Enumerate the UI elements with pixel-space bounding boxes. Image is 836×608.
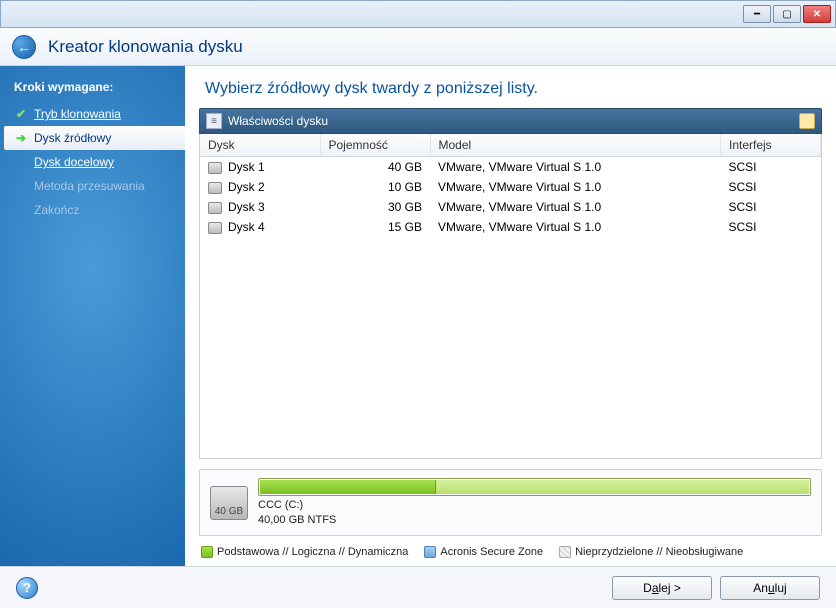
- cell-disk: Dysk 3: [228, 200, 265, 214]
- table-row[interactable]: Dysk 1 40 GB VMware, VMware Virtual S 1.…: [200, 157, 821, 178]
- partition-bar[interactable]: [258, 478, 811, 496]
- cell-model: VMware, VMware Virtual S 1.0: [438, 160, 601, 174]
- properties-icon: ≡: [206, 113, 222, 129]
- step-label: Metoda przesuwania: [34, 179, 145, 193]
- cell-interface: SCSI: [729, 220, 757, 234]
- legend-unalloc: Nieprzydzielone // Nieobsługiwane: [575, 546, 743, 558]
- next-button[interactable]: Dalej >: [612, 576, 712, 600]
- step-dysk-zrodlowy[interactable]: ➔ Dysk źródłowy: [4, 126, 185, 150]
- step-tryb-klonowania[interactable]: ✔ Tryb klonowania: [0, 102, 185, 126]
- back-button[interactable]: ←: [12, 35, 36, 59]
- step-dysk-docelowy[interactable]: Dysk docelowy: [0, 150, 185, 174]
- cancel-button[interactable]: Anuluj: [720, 576, 820, 600]
- partition-used-segment: [260, 480, 436, 494]
- cell-disk: Dysk 1: [228, 160, 265, 174]
- cell-capacity: 10 GB: [388, 180, 422, 194]
- cell-disk: Dysk 4: [228, 220, 265, 234]
- cell-disk: Dysk 2: [228, 180, 265, 194]
- disk-icon: [208, 162, 222, 174]
- content-heading: Wybierz źródłowy dysk twardy z poniższej…: [205, 80, 822, 98]
- legend-asz-icon: [424, 546, 436, 558]
- legend-unalloc-icon: [559, 546, 571, 558]
- disk-properties-header: ≡ Właściwości dysku: [199, 108, 822, 134]
- cell-interface: SCSI: [729, 200, 757, 214]
- step-zakoncz: Zakończ: [0, 198, 185, 222]
- cell-capacity: 40 GB: [388, 160, 422, 174]
- help-icon: ?: [23, 580, 31, 595]
- step-label: Tryb klonowania: [34, 107, 121, 121]
- window-minimize-button[interactable]: ━: [743, 5, 771, 23]
- cell-model: VMware, VMware Virtual S 1.0: [438, 200, 601, 214]
- legend-basic: Podstawowa // Logiczna // Dynamiczna: [217, 546, 408, 558]
- cell-interface: SCSI: [729, 180, 757, 194]
- window-close-button[interactable]: ✕: [803, 5, 831, 23]
- step-label: Dysk źródłowy: [34, 131, 111, 145]
- col-model[interactable]: Model: [430, 134, 721, 157]
- window-titlebar: ━ ▢ ✕: [0, 0, 836, 28]
- wizard-header: ← Kreator klonowania dysku: [0, 28, 836, 66]
- col-disk[interactable]: Dysk: [200, 134, 320, 157]
- cell-capacity: 30 GB: [388, 200, 422, 214]
- panel-header-title: Właściwości dysku: [228, 114, 328, 128]
- content-pane: Wybierz źródłowy dysk twardy z poniższej…: [185, 66, 836, 566]
- wizard-footer: ? Dalej > Anuluj: [0, 566, 836, 608]
- disk-table: Dysk Pojemność Model Interfejs Dysk 1 40…: [199, 134, 822, 459]
- disk-total-label: 40 GB: [215, 506, 243, 517]
- cell-model: VMware, VMware Virtual S 1.0: [438, 180, 601, 194]
- step-label: Zakończ: [34, 203, 79, 217]
- arrow-right-icon: ➔: [14, 131, 28, 145]
- partition-free-segment: [436, 480, 809, 494]
- step-label: Dysk docelowy: [34, 155, 114, 169]
- table-row[interactable]: Dysk 3 30 GB VMware, VMware Virtual S 1.…: [200, 197, 821, 217]
- table-row[interactable]: Dysk 4 15 GB VMware, VMware Virtual S 1.…: [200, 217, 821, 237]
- disk-drive-icon: 40 GB: [210, 486, 248, 520]
- col-capacity[interactable]: Pojemność: [320, 134, 430, 157]
- legend-asz: Acronis Secure Zone: [440, 546, 543, 558]
- steps-sidebar: Kroki wymagane: ✔ Tryb klonowania ➔ Dysk…: [0, 66, 185, 566]
- cell-capacity: 15 GB: [388, 220, 422, 234]
- step-metoda-przesuwania: Metoda przesuwania: [0, 174, 185, 198]
- cell-interface: SCSI: [729, 160, 757, 174]
- legend-basic-icon: [201, 546, 213, 558]
- window-maximize-button[interactable]: ▢: [773, 5, 801, 23]
- wizard-title: Kreator klonowania dysku: [48, 37, 243, 57]
- sidebar-title: Kroki wymagane:: [0, 76, 185, 102]
- disk-icon: [208, 182, 222, 194]
- partition-detail: 40,00 GB NTFS: [258, 514, 336, 526]
- partition-legend: Podstawowa // Logiczna // Dynamiczna Acr…: [199, 542, 822, 566]
- cell-model: VMware, VMware Virtual S 1.0: [438, 220, 601, 234]
- columns-button[interactable]: [799, 113, 815, 129]
- partition-label: CCC (C:): [258, 499, 303, 511]
- col-interface[interactable]: Interfejs: [721, 134, 821, 157]
- disk-icon: [208, 222, 222, 234]
- help-button[interactable]: ?: [16, 577, 38, 599]
- table-row[interactable]: Dysk 2 10 GB VMware, VMware Virtual S 1.…: [200, 177, 821, 197]
- checkmark-icon: ✔: [14, 107, 28, 121]
- arrow-left-icon: ←: [17, 39, 31, 55]
- disk-layout-preview: 40 GB CCC (C:) 40,00 GB NTFS: [199, 469, 822, 536]
- disk-icon: [208, 202, 222, 214]
